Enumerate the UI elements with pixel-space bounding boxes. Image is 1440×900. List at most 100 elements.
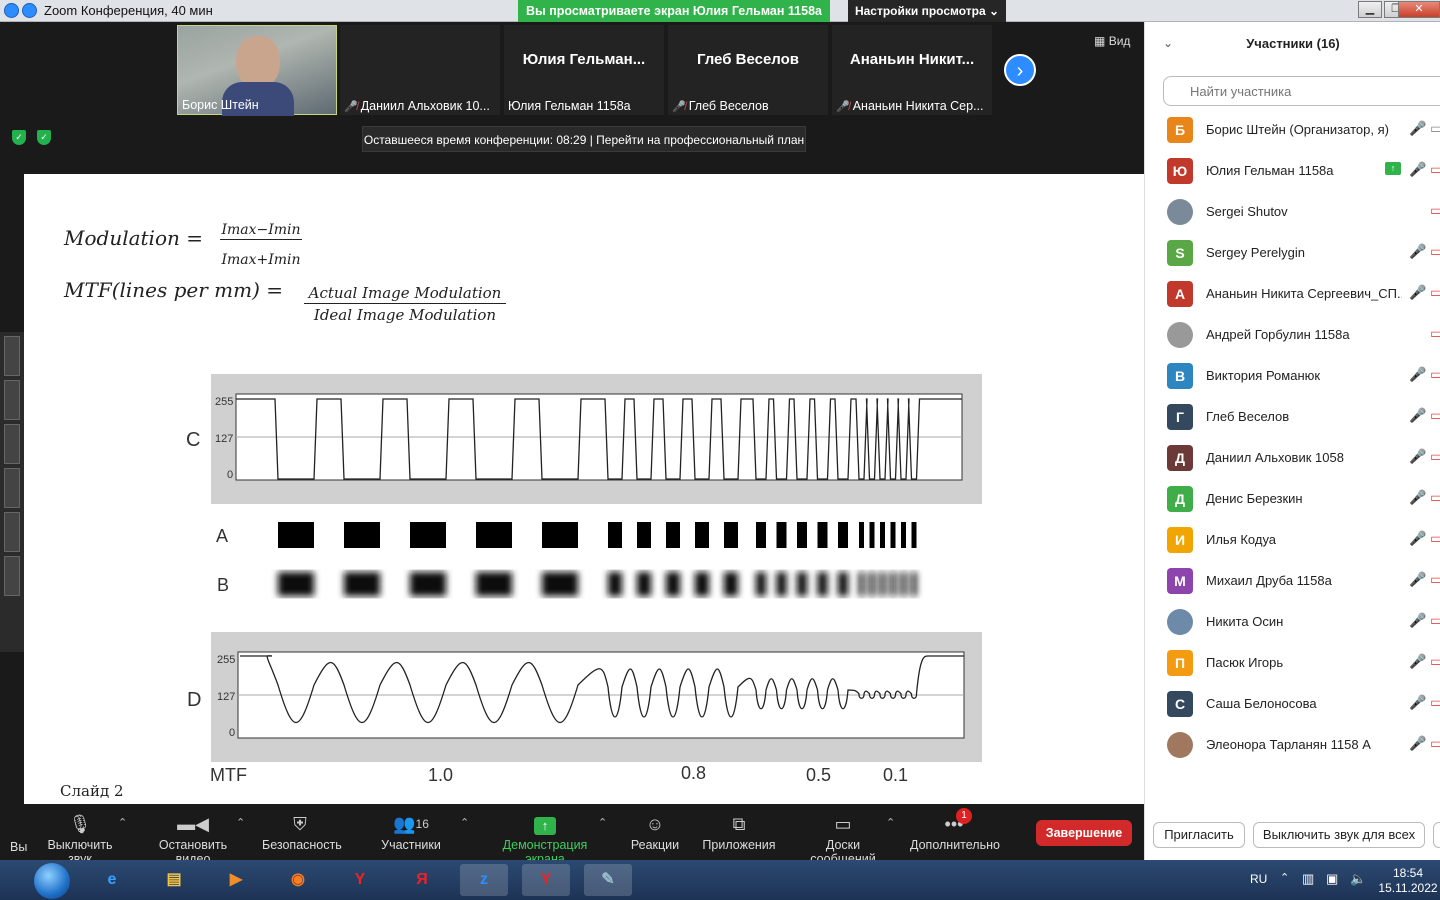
view-options-button[interactable]: Настройки просмотра ⌄ — [848, 0, 1006, 22]
participant-row[interactable]: S Sergey Perelygin 🎤 ▭ — [1145, 232, 1440, 273]
network-icon[interactable]: ▥ — [1302, 871, 1314, 887]
muted-mic-icon: 🎤 — [1409, 694, 1427, 710]
video-off-icon: ▭ — [1430, 284, 1440, 300]
yandex-browser-icon[interactable]: Y — [522, 864, 570, 896]
participant-row[interactable]: Элеонора Тарланян 1158 А 🎤 ▭ — [1145, 724, 1440, 765]
chevron-up-icon[interactable]: ⌃ — [236, 816, 245, 829]
participant-search-input[interactable] — [1163, 76, 1440, 106]
slide-thumbnail[interactable] — [4, 380, 20, 420]
participant-row[interactable]: Д Даниил Альховик 1058 🎤 ▭ — [1145, 437, 1440, 478]
volume-icon[interactable]: 🔈 — [1350, 871, 1366, 887]
view-button-label: Вид — [1108, 34, 1131, 48]
mtf-label: MTF — [210, 765, 247, 785]
mute-button[interactable]: 🎙 Выключить звук — [34, 812, 126, 866]
apps-label: Приложения — [702, 838, 776, 852]
slide-thumbnail[interactable] — [4, 424, 20, 464]
bar-b — [890, 572, 896, 596]
slide-thumbnail[interactable] — [4, 556, 20, 596]
participant-row[interactable]: П Пасюк Игорь 🎤 ▭ — [1145, 642, 1440, 683]
bar-b — [476, 572, 512, 596]
bar-b — [278, 572, 314, 596]
ie-icon[interactable]: e — [88, 864, 136, 896]
yandex-red-icon[interactable]: Я — [398, 864, 446, 896]
invite-button[interactable]: Пригласить — [1153, 822, 1245, 848]
media-icon[interactable]: ▶ — [212, 864, 260, 896]
video-tile-boris[interactable]: Борис Штейн — [177, 25, 337, 116]
slide-thumbnail[interactable] — [4, 512, 20, 552]
muted-mic-icon: 🎤̸ — [344, 101, 358, 113]
bar-a — [911, 522, 917, 548]
encryption-shield-icon[interactable]: ✓ — [37, 130, 51, 145]
video-tile-ananin[interactable]: Ананьин Никит... 🎤̸ Ананьин Никита Сер... — [832, 25, 992, 115]
participant-row[interactable]: Б Борис Штейн (Организатор, я) 🎤 ▭ — [1145, 109, 1440, 150]
participant-row[interactable]: Sergei Shutov ▭ — [1145, 191, 1440, 232]
participant-row[interactable]: А Ананьин Никита Сергеевич_СП... 🎤 ▭ — [1145, 273, 1440, 314]
bar-a — [637, 522, 651, 548]
close-button[interactable]: ✕ — [1398, 1, 1440, 18]
participant-row[interactable]: Андрей Горбулин 1158а ▭ — [1145, 314, 1440, 355]
security-button[interactable]: ⛨ Безопасность — [262, 812, 342, 852]
avatar: П — [1167, 650, 1193, 676]
mute-all-button[interactable]: Выключить звук для всех — [1253, 822, 1425, 848]
more-button[interactable]: ••• Дополнительно — [910, 812, 1000, 852]
chevron-up-icon[interactable]: ⌃ — [460, 816, 469, 829]
start-button[interactable] — [8, 862, 70, 899]
view-button[interactable]: ▦ Вид — [1094, 34, 1130, 48]
video-tile-daniil[interactable]: Д 🎤̸Даниил Альховик 10... — [340, 25, 624, 115]
chevron-up-icon[interactable]: ⌃ — [886, 816, 895, 829]
reactions-button[interactable]: ☺ Реакции — [630, 812, 680, 852]
whiteboards-button[interactable]: ▭ Доски сообщений — [792, 812, 894, 866]
minimize-button[interactable]: ▁ — [1358, 1, 1382, 18]
video-off-icon: ▭ — [1430, 694, 1440, 710]
bar-a — [608, 522, 622, 548]
participants-button[interactable]: 👥16 Участники — [380, 812, 442, 852]
slide-thumbnail[interactable] — [4, 468, 20, 508]
paint-icon[interactable]: ✎ — [584, 864, 632, 896]
firefox-icon[interactable]: ◉ — [274, 864, 322, 896]
bar-b — [817, 572, 828, 596]
zoom-icon[interactable]: z — [460, 864, 508, 896]
video-off-icon: ▭ — [1430, 202, 1440, 218]
chevron-up-icon[interactable]: ⌃ — [598, 816, 607, 829]
mtf-value: 0.5 — [806, 765, 831, 785]
participant-row[interactable]: Д Денис Березкин 🎤 ▭ — [1145, 478, 1440, 519]
chevron-up-icon[interactable]: ⌃ — [118, 816, 127, 829]
tick-0: 0 — [227, 469, 233, 481]
bar-a — [817, 522, 828, 548]
bar-b — [666, 572, 680, 596]
participant-row[interactable]: Ю Юлия Гельман 1158а ↑ 🎤 ▭ — [1145, 150, 1440, 191]
muted-mic-icon: 🎤 — [1409, 735, 1427, 751]
next-page-button[interactable]: › — [1004, 54, 1036, 86]
participant-row[interactable]: С Саша Белоносова 🎤 ▭ — [1145, 683, 1440, 724]
participant-row[interactable]: В Виктория Романюк 🎤 ▭ — [1145, 355, 1440, 396]
participant-row[interactable]: И Илья Кодуа 🎤 ▭ — [1145, 519, 1440, 560]
window-title: Zoom Конференция, 40 мин — [44, 3, 213, 18]
end-meeting-button[interactable]: Завершение — [1036, 820, 1132, 846]
video-tile-yulia[interactable]: Юлия Гельман... Юлия Гельман 1158а — [504, 25, 664, 115]
participant-row[interactable]: Г Глеб Веселов 🎤 ▭ — [1145, 396, 1440, 437]
yandex-icon[interactable]: Y — [336, 864, 384, 896]
apps-button[interactable]: ⧉ Приложения — [702, 812, 776, 852]
network-icon[interactable]: ▣ — [1326, 871, 1338, 887]
bar-b — [756, 572, 766, 596]
stop-video-button[interactable]: ▬◀ Остановить видео — [142, 812, 244, 866]
shield-icon: ⛨ — [293, 814, 307, 834]
participant-row[interactable]: М Михаил Друба 1158а 🎤 ▭ — [1145, 560, 1440, 601]
language-indicator[interactable]: RU — [1250, 872, 1267, 886]
participant-name: Юлия Гельман 1158а — [1206, 163, 1334, 178]
time-remaining-banner[interactable]: Оставшееся время конференции: 08:29 | Пе… — [362, 126, 806, 152]
clock[interactable]: 18:54 15.11.2022 — [1376, 866, 1440, 896]
video-off-icon: ▭ — [1430, 489, 1440, 505]
share-screen-button[interactable]: ↑ Демонстрация экрана — [484, 812, 606, 866]
avatar: Д — [1167, 486, 1193, 512]
slide-thumbnail[interactable] — [4, 336, 20, 376]
explorer-icon[interactable]: ▤ — [150, 864, 198, 896]
label-a: A — [216, 526, 228, 546]
video-tile-gleb[interactable]: Глеб Веселов 🎤̸ Глеб Веселов — [668, 25, 828, 115]
zoom-logo-icon — [4, 3, 19, 18]
participant-row[interactable]: Никита Осин 🎤 ▭ — [1145, 601, 1440, 642]
panel-more-button[interactable] — [1433, 822, 1440, 848]
shield-icon[interactable]: ✓ — [12, 130, 26, 145]
tray-expand-icon[interactable]: ⌃ — [1280, 871, 1289, 884]
bar-b — [901, 572, 906, 596]
